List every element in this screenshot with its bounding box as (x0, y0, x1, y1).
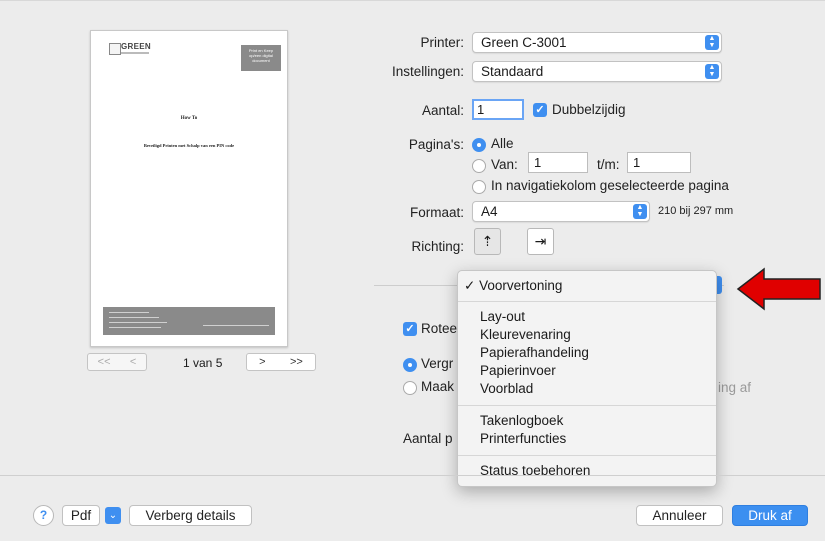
pages-to-label: t/m: (597, 157, 620, 172)
fit-suffix: ing af (718, 380, 752, 395)
menu-item-papierafhandeling[interactable]: Papierafhandeling (480, 345, 589, 360)
pages-from-field[interactable]: 1 (528, 152, 588, 173)
logo-text: GREEN (121, 42, 151, 51)
cancel-button[interactable]: Annuleer (636, 505, 723, 526)
pages-selected-radio[interactable] (472, 180, 486, 194)
pages-from-label: Van: (491, 157, 518, 172)
scale-label: Vergr (421, 356, 454, 371)
menu-separator (458, 301, 716, 302)
format-popup[interactable]: A4 ▲ ▼ (472, 201, 650, 222)
menu-item-layout[interactable]: Lay-out (480, 309, 525, 324)
menu-item-takenlogboek[interactable]: Takenlogboek (480, 413, 563, 428)
page-tag: Print en Keep op/een digital document (241, 45, 281, 71)
menu-item-label: Voorvertoning (479, 278, 563, 293)
page-nav-forward-group[interactable]: > >> (246, 353, 316, 371)
menu-item-papierinvoer[interactable]: Papierinvoer (480, 363, 556, 378)
printer-value: Green C-3001 (481, 35, 567, 50)
pdf-menu-chevron-icon[interactable]: ⌄ (105, 507, 121, 524)
landscape-orientation-button[interactable]: ⇥ (527, 228, 554, 255)
copies-value: 1 (477, 102, 485, 117)
copies-per-page-label: Aantal p (403, 431, 453, 446)
settings-label: Instellingen: (391, 64, 464, 79)
format-value: A4 (481, 204, 498, 219)
print-button[interactable]: Druk af (732, 505, 808, 526)
preview-footer (103, 307, 275, 335)
menu-item-kleurevenaring[interactable]: Kleurevenaring (480, 327, 571, 342)
rotate-checkbox[interactable]: ✓ (403, 322, 417, 336)
format-label: Formaat: (409, 205, 464, 220)
settings-popup[interactable]: Standaard ▲ ▼ (472, 61, 722, 82)
copies-field[interactable]: 1 (472, 99, 524, 120)
preview-subtitle: Beveiligd Printen met Schalp van een PIN… (143, 143, 235, 148)
print-preview-page: GREEN Print en Keep op/een digital docum… (90, 30, 288, 347)
pages-all-label: Alle (491, 136, 514, 151)
portrait-orientation-button[interactable]: ⇡ (474, 228, 501, 255)
pages-all-radio[interactable] (472, 138, 486, 152)
menu-item-voorvertoning[interactable]: ✓ Voorvertoning (464, 278, 562, 294)
rotate-label: Rotee (421, 321, 458, 336)
popup-stepper-icon: ▲ ▼ (705, 64, 719, 79)
red-arrow-icon (736, 267, 821, 311)
menu-item-voorblad[interactable]: Voorblad (480, 381, 533, 396)
logo-subline (121, 52, 149, 54)
duplex-label: Dubbelzijdig (552, 102, 626, 117)
previous-page-button[interactable]: < (130, 356, 136, 368)
pages-from-value: 1 (534, 155, 542, 170)
duplex-checkbox[interactable]: ✓ (533, 103, 547, 117)
orientation-label: Richting: (411, 239, 464, 254)
pages-range-radio[interactable] (472, 159, 486, 173)
menu-separator (458, 455, 716, 456)
scale-radio[interactable] (403, 358, 417, 372)
page-nav-back-group[interactable]: << < (87, 353, 147, 371)
fit-label: Maak (421, 379, 455, 394)
printer-label: Printer: (420, 35, 464, 50)
logo-icon (109, 43, 121, 55)
top-border (0, 0, 825, 1)
printer-popup[interactable]: Green C-3001 ▲ ▼ (472, 32, 722, 53)
pages-selected-label: In navigatiekolom geselecteerde pagina (491, 178, 729, 193)
portrait-orientation-icon: ⇡ (481, 233, 494, 249)
bottom-separator (0, 475, 825, 476)
next-page-button[interactable]: > (259, 356, 265, 368)
page-count: 1 van 5 (183, 356, 223, 370)
popup-stepper-icon: ▲ ▼ (705, 35, 719, 50)
format-size: 210 bij 297 mm (658, 205, 734, 217)
first-page-button[interactable]: << (98, 356, 111, 368)
fit-radio[interactable] (403, 381, 417, 395)
pages-to-value: 1 (633, 155, 641, 170)
pages-to-field[interactable]: 1 (627, 152, 691, 173)
copies-label: Aantal: (421, 103, 464, 118)
preview-title: How To (180, 116, 198, 121)
help-button[interactable]: ? (33, 505, 54, 526)
hide-details-button[interactable]: Verberg details (129, 505, 252, 526)
section-dropdown-menu[interactable]: ✓ Voorvertoning Lay-out Kleurevenaring P… (457, 270, 717, 487)
pages-label: Pagina's: (408, 137, 464, 152)
settings-value: Standaard (481, 64, 544, 79)
menu-item-printerfuncties[interactable]: Printerfuncties (480, 431, 566, 446)
landscape-orientation-icon: ⇥ (534, 233, 547, 249)
pdf-button[interactable]: Pdf (62, 505, 100, 526)
last-page-button[interactable]: >> (290, 356, 303, 368)
menu-separator (458, 405, 716, 406)
popup-stepper-icon: ▲ ▼ (633, 204, 647, 219)
